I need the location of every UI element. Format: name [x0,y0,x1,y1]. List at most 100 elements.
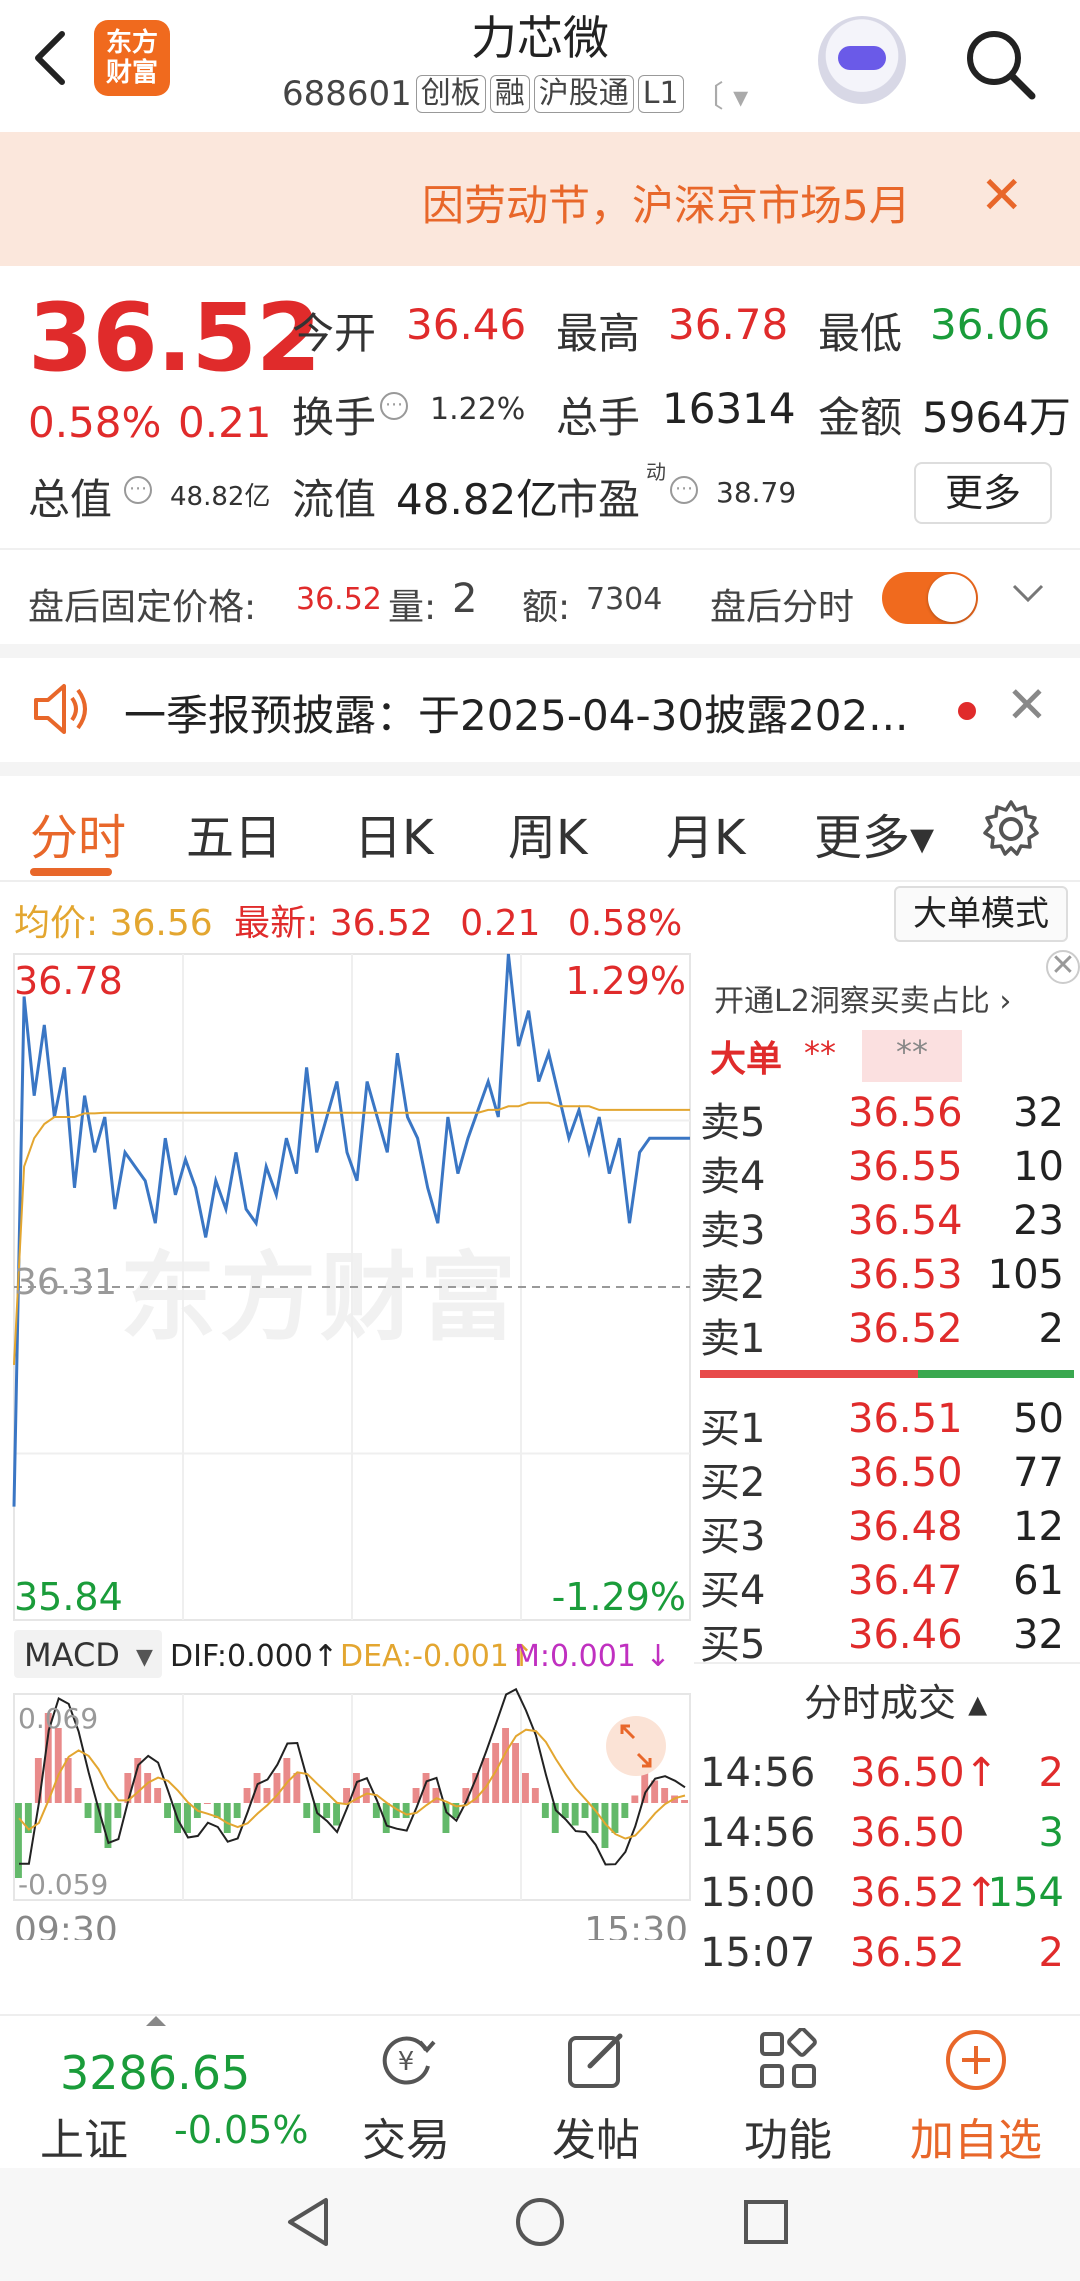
tab-more[interactable]: 更多▾ [814,798,934,868]
back-arrow-icon[interactable] [26,28,76,88]
ask-price: 36.55 [848,1144,963,1190]
close-icon[interactable]: ✕ [1006,676,1048,734]
grid-icon [756,2027,820,2092]
system-home-icon[interactable] [514,2196,566,2252]
after-hours-toggle-label: 盘后分时 [710,587,855,628]
nav-label: 功能 [744,2115,832,2166]
announcement-bar[interactable]: 一季报预披露：于2025-04-30披露202... ✕ [0,658,1080,762]
ask-volume: 23 [1013,1198,1064,1244]
ask-row-2[interactable]: 卖2 36.53 105 [694,1252,1080,1308]
trade-volume: 2 [1038,1930,1064,1976]
change-percent: 0.58% [28,398,162,447]
trade-row: 14:56 36.50↑ 2 [694,1750,1080,1810]
big-order-buy: ** [804,1034,836,1072]
amount-label: 金额 [818,393,903,442]
bid-price: 36.50 [848,1450,963,1496]
macd-bar [581,1803,589,1818]
pct-axis-bottom-label: -1.29% [552,1575,686,1619]
gear-icon[interactable] [978,796,1044,862]
system-recents-icon[interactable] [742,2198,790,2250]
active-tab-indicator [30,868,112,876]
bid-row-1[interactable]: 买1 36.51 50 [694,1396,1080,1452]
tab-monthly-k[interactable]: 月K [666,798,745,868]
app-logo[interactable]: 东方 财富 [94,20,170,96]
bid-row-3[interactable]: 买3 36.48 12 [694,1504,1080,1560]
nav-functions[interactable]: 功能 [718,2027,858,2168]
chevron-down-icon: ▾ [723,80,749,115]
ref-price-label: 36.31 [14,1262,117,1303]
search-icon[interactable] [960,24,1040,104]
intraday-chart[interactable]: 36.78 1.29% 36.31 35.84 -1.29% MACD ▼ DI… [0,950,700,1940]
open-value: 36.46 [406,300,527,349]
bid-row-2[interactable]: 买2 36.50 77 [694,1450,1080,1506]
nav-post[interactable]: 发帖 [526,2028,666,2168]
after-hours-vol: 2 [452,576,478,622]
macd-bar [611,1803,619,1833]
trade-time: 14:56 [700,1750,816,1796]
ask-label: 卖1 [700,1316,766,1362]
tags-more-bracket: 〔 [693,80,724,115]
tab-five-day[interactable]: 五日 [186,798,282,868]
chevron-down-icon[interactable] [1010,574,1046,619]
ask-row-1[interactable]: 卖1 36.52 2 [694,1306,1080,1362]
tab-weekly-k[interactable]: 周K [508,798,587,868]
volume-label: 总手 [556,393,641,442]
bid-volume: 50 [1013,1396,1064,1442]
bid-volume: 32 [1013,1612,1064,1658]
trades-title[interactable]: 分时成交 ▴ [804,1672,987,1727]
add-circle-icon [944,2028,1008,2092]
tags-more[interactable]: 〔 ▾ [694,72,749,116]
macd-bar [631,1795,639,1803]
ask-row-3[interactable]: 卖3 36.54 23 [694,1198,1080,1254]
yen-cycle-icon: ¥ [374,2028,438,2092]
more-quote-button[interactable]: 更多 [914,462,1052,524]
tab-daily-k[interactable]: 日K [354,798,433,868]
info-icon[interactable]: ⋯ [124,476,152,504]
bid-volume: 12 [1013,1504,1064,1550]
ask-volume: 105 [987,1252,1064,1298]
ask-price: 36.53 [848,1252,963,1298]
ask-price: 36.56 [848,1090,963,1136]
bid-row-4[interactable]: 买4 36.47 61 [694,1558,1080,1614]
pe-label: 市盈 [556,475,641,524]
divider [0,644,1080,658]
trade-row: 15:00 36.52↑ 154 [694,1870,1080,1930]
macd-dea: DEA:-0.001↑ [340,1639,534,1674]
macd-bar [531,1788,539,1803]
macd-bar [243,1788,251,1803]
nav-trade[interactable]: ¥ 交易 [336,2028,476,2168]
stock-tags: 688601 创板 融 沪股通 L1 〔 ▾ [282,72,748,116]
holiday-notice-banner[interactable]: 因劳动节，沪深京市场5月 ✕ [0,132,1080,266]
float-value: 48.82亿 [396,475,559,524]
avg-value: 36.56 [109,903,213,944]
header: 东方 财富 力芯微 688601 创板 融 沪股通 L1 〔 ▾ [0,0,1080,130]
ask-label: 卖2 [700,1262,766,1308]
open-label: 今开 [292,309,377,358]
bid-row-5[interactable]: 买5 36.46 32 [694,1612,1080,1668]
l2-upgrade-link[interactable]: 开通L2洞察买卖占比 › [714,976,1011,1020]
macd-bar [541,1803,549,1818]
big-order-mode-button[interactable]: 大单模式 [894,886,1068,942]
ask-row-5[interactable]: 卖5 36.56 32 [694,1090,1080,1146]
macd-bar [482,1758,490,1803]
close-icon[interactable]: ✕ [980,166,1024,226]
macd-selector: MACD [24,1636,120,1674]
ask-row-4[interactable]: 卖4 36.55 10 [694,1144,1080,1200]
tab-intraday[interactable]: 分时 [30,798,126,868]
tag-star-board: 创板 [415,75,486,113]
info-icon[interactable]: ⋯ [670,476,698,504]
bid-price: 36.48 [848,1504,963,1550]
logo-text-bottom: 财富 [105,58,158,88]
macd-bar [641,1773,649,1803]
macd-bar [203,1803,211,1804]
info-icon[interactable]: ⋯ [380,392,408,420]
system-back-icon[interactable] [284,2194,334,2254]
change-amount: 0.21 [178,398,272,447]
close-icon[interactable]: ✕ [1046,950,1080,984]
nav-add-watchlist[interactable]: 加自选 [906,2028,1046,2168]
low-label: 最低 [818,309,903,358]
price-summary-bar: 均价: 36.56 最新: 36.52 0.21 0.58% [14,894,682,946]
ai-assistant-avatar[interactable] [818,16,906,104]
macd-bar [154,1788,162,1803]
after-hours-toggle[interactable] [882,572,978,624]
